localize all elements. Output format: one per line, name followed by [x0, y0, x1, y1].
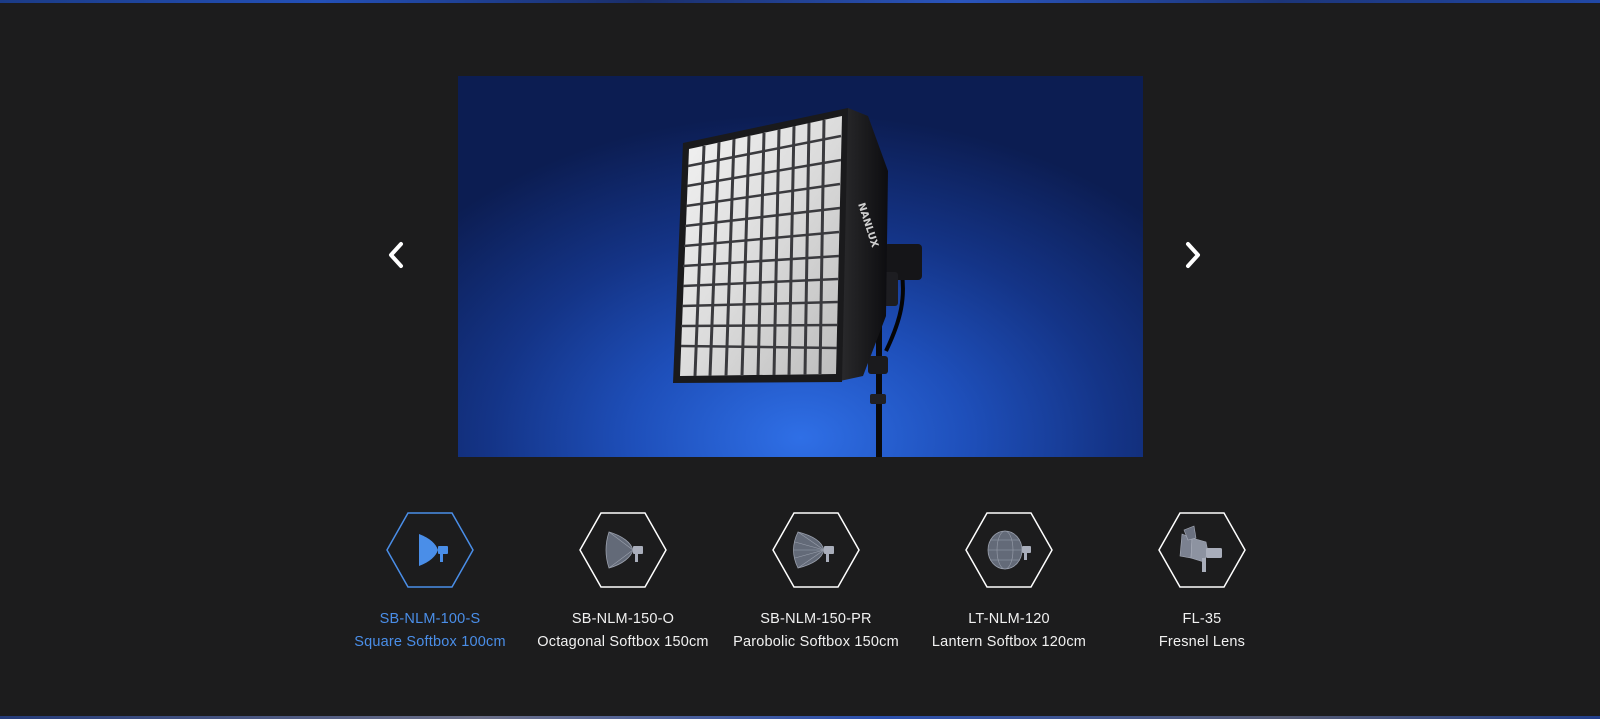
accessory-name: Fresnel Lens	[1158, 634, 1246, 650]
octagonal-softbox-icon	[579, 512, 667, 588]
accessory-name: Octagonal Softbox 150cm	[537, 634, 709, 650]
accessory-item-sb-nlm-150-o[interactable]: SB-NLM-150-O Octagonal Softbox 150cm	[523, 512, 723, 654]
parabolic-softbox-icon	[772, 512, 860, 588]
page: NANLUX SB-NLM-100-S Square Softbox 100cm	[0, 0, 1600, 719]
accessory-name: Parobolic Softbox 150cm	[733, 634, 899, 650]
square-softbox-icon	[386, 512, 474, 588]
accessory-model: FL-35	[1182, 611, 1222, 627]
carousel-next-button[interactable]	[1176, 238, 1210, 272]
accessory-model: SB-NLM-150-O	[571, 611, 675, 627]
accessory-item-sb-nlm-100-s[interactable]: SB-NLM-100-S Square Softbox 100cm	[330, 512, 530, 654]
top-image-strip	[0, 0, 1600, 3]
accessory-name: Lantern Softbox 120cm	[931, 634, 1087, 650]
accessory-selector: SB-NLM-100-S Square Softbox 100cm SB-NLM…	[0, 512, 1600, 662]
accessory-label: SB-NLM-100-S Square Softbox 100cm	[330, 608, 530, 654]
chevron-left-icon	[389, 242, 403, 268]
softbox-photo: NANLUX	[673, 108, 922, 457]
accessory-model: SB-NLM-100-S	[379, 611, 481, 627]
accessory-item-sb-nlm-150-pr[interactable]: SB-NLM-150-PR Parobolic Softbox 150cm	[716, 512, 916, 654]
accessory-item-fl-35[interactable]: FL-35 Fresnel Lens	[1102, 512, 1302, 654]
accessory-label: LT-NLM-120 Lantern Softbox 120cm	[909, 608, 1109, 654]
accessory-model: SB-NLM-150-PR	[760, 611, 872, 627]
fresnel-lens-icon	[1158, 512, 1246, 588]
accessory-label: SB-NLM-150-O Octagonal Softbox 150cm	[523, 608, 723, 654]
carousel-prev-button[interactable]	[379, 238, 413, 272]
accessory-item-lt-nlm-120[interactable]: LT-NLM-120 Lantern Softbox 120cm	[909, 512, 1109, 654]
hero-image: NANLUX	[458, 76, 1143, 457]
lantern-softbox-icon	[965, 512, 1053, 588]
accessory-name: Square Softbox 100cm	[354, 634, 506, 650]
accessory-model: LT-NLM-120	[968, 611, 1050, 627]
accessory-label: FL-35 Fresnel Lens	[1102, 608, 1302, 654]
chevron-right-icon	[1186, 242, 1200, 268]
accessory-label: SB-NLM-150-PR Parobolic Softbox 150cm	[716, 608, 916, 654]
